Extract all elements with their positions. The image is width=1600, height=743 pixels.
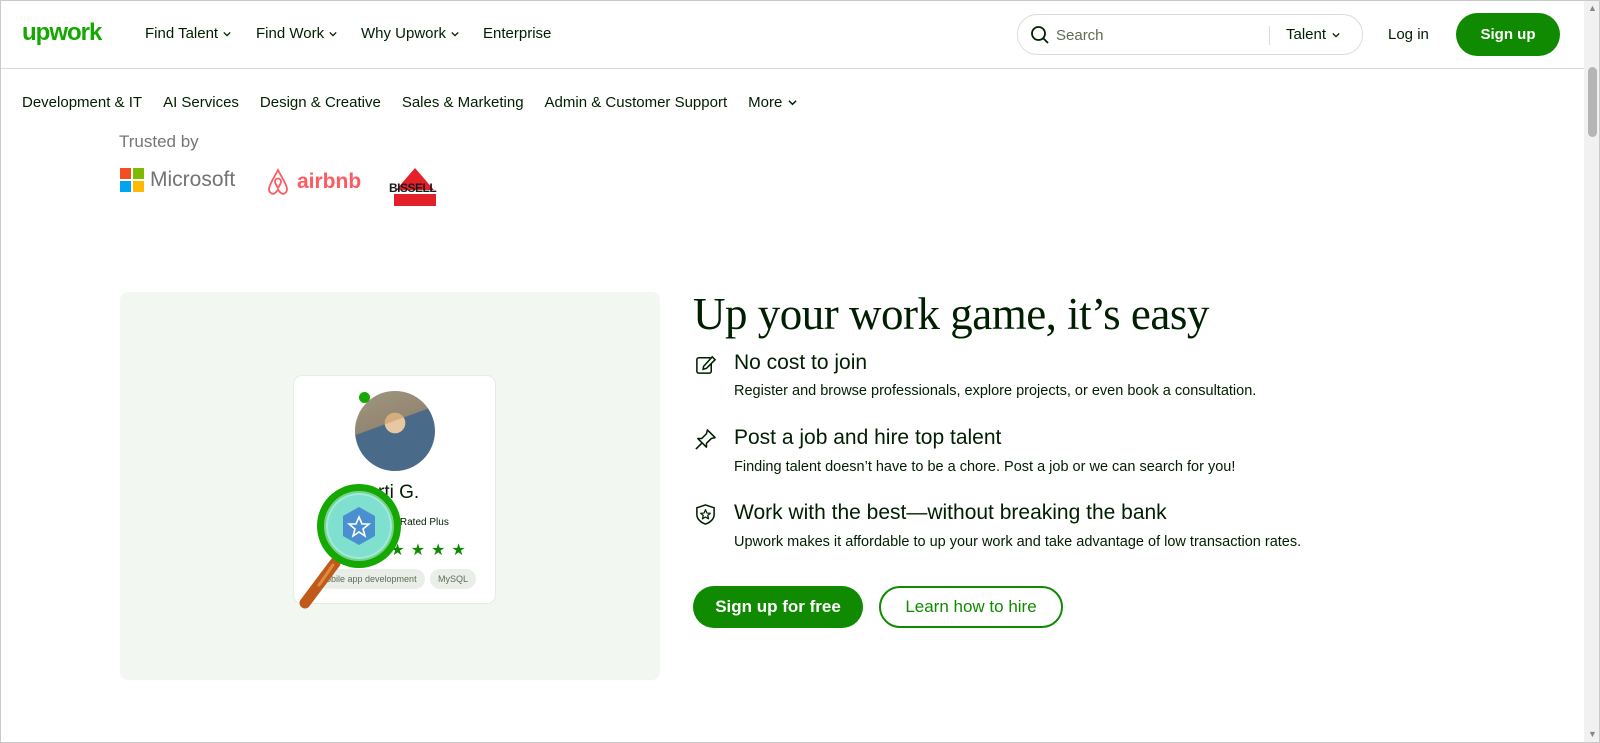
airbnb-wordmark: airbnb <box>297 170 362 193</box>
airbnb-belo-icon <box>268 168 288 195</box>
search-icon[interactable] <box>1030 25 1050 45</box>
nav-why-upwork[interactable]: Why Upwork <box>361 25 459 42</box>
nav-label: Find Talent <box>145 25 219 42</box>
bissell-wordmark: BISSELL <box>389 181 437 195</box>
category-nav: Development & IT AI Services Design & Cr… <box>22 94 797 111</box>
page-title: Up your work game, it’s easy <box>693 289 1209 339</box>
star-icon: ★ <box>431 542 446 559</box>
star-icon: ★ <box>451 542 466 559</box>
page-scrollbar[interactable]: ▲ ▼ <box>1584 1 1599 742</box>
nav-enterprise[interactable]: Enterprise <box>483 25 551 42</box>
chevron-down-icon <box>788 100 797 106</box>
signup-button[interactable]: Sign up <box>1456 13 1560 56</box>
category-sales-marketing[interactable]: Sales & Marketing <box>402 94 524 111</box>
trusted-by-label: Trusted by <box>119 132 199 151</box>
chevron-down-icon <box>451 31 459 37</box>
nav-find-work[interactable]: Find Work <box>256 25 337 42</box>
signup-free-button[interactable]: Sign up for free <box>693 586 863 628</box>
search-input[interactable] <box>1056 24 1256 46</box>
feature-description: Register and browse professionals, explo… <box>734 383 1257 399</box>
search-type-select[interactable]: Talent <box>1286 26 1340 43</box>
category-more-label: More <box>748 94 783 111</box>
learn-how-to-hire-button[interactable]: Learn how to hire <box>879 586 1063 628</box>
skill-tag: MySQL <box>430 569 477 589</box>
illustration-panel: rti G. Top Rated Plus ★ ★ ★ ★ ★ obile ap… <box>120 292 660 680</box>
pin-icon <box>695 429 716 450</box>
category-design-creative[interactable]: Design & Creative <box>260 94 381 111</box>
microsoft-wordmark: Microsoft <box>150 168 236 191</box>
shield-star-icon <box>696 504 715 525</box>
magnifier-icon <box>299 484 401 609</box>
feature-title: Post a job and hire top talent <box>734 426 1002 449</box>
nav-find-talent[interactable]: Find Talent <box>145 25 231 42</box>
search-type-label: Talent <box>1286 26 1327 43</box>
nav-label: Find Work <box>256 25 325 42</box>
feature-title: No cost to join <box>734 351 868 374</box>
nav-label: Why Upwork <box>361 25 447 42</box>
airbnb-logo: airbnb <box>265 168 361 196</box>
scrollbar-thumb[interactable] <box>1588 67 1597 137</box>
microsoft-logo: Microsoft <box>120 168 235 192</box>
edit-icon <box>696 355 717 374</box>
nav-label: Enterprise <box>483 25 552 42</box>
login-link[interactable]: Log in <box>1388 26 1429 43</box>
bissell-logo: BISSELL <box>384 166 446 208</box>
feature-title: Work with the best—without breaking the … <box>734 501 1167 524</box>
category-development-it[interactable]: Development & IT <box>22 94 142 111</box>
category-admin-support[interactable]: Admin & Customer Support <box>545 94 728 111</box>
upwork-logo[interactable]: upwork <box>22 19 102 47</box>
online-status-dot <box>359 392 370 403</box>
category-ai-services[interactable]: AI Services <box>163 94 239 111</box>
chevron-down-icon <box>1332 32 1340 38</box>
page: upwork Find Talent Find Work Why Upwork … <box>0 0 1600 743</box>
scroll-down-arrow-icon[interactable]: ▼ <box>1588 729 1597 739</box>
feature-description: Finding talent doesn’t have to be a chor… <box>734 459 1236 475</box>
chevron-down-icon <box>329 31 337 37</box>
avatar <box>355 391 435 471</box>
top-nav: upwork Find Talent Find Work Why Upwork … <box>1 1 1584 69</box>
search-divider <box>1269 26 1270 45</box>
scroll-up-arrow-icon[interactable]: ▲ <box>1588 3 1597 13</box>
microsoft-squares-icon <box>120 168 144 192</box>
search-box: Talent <box>1017 14 1363 55</box>
category-more[interactable]: More <box>748 94 797 111</box>
chevron-down-icon <box>223 31 231 37</box>
feature-description: Upwork makes it affordable to up your wo… <box>734 534 1302 550</box>
